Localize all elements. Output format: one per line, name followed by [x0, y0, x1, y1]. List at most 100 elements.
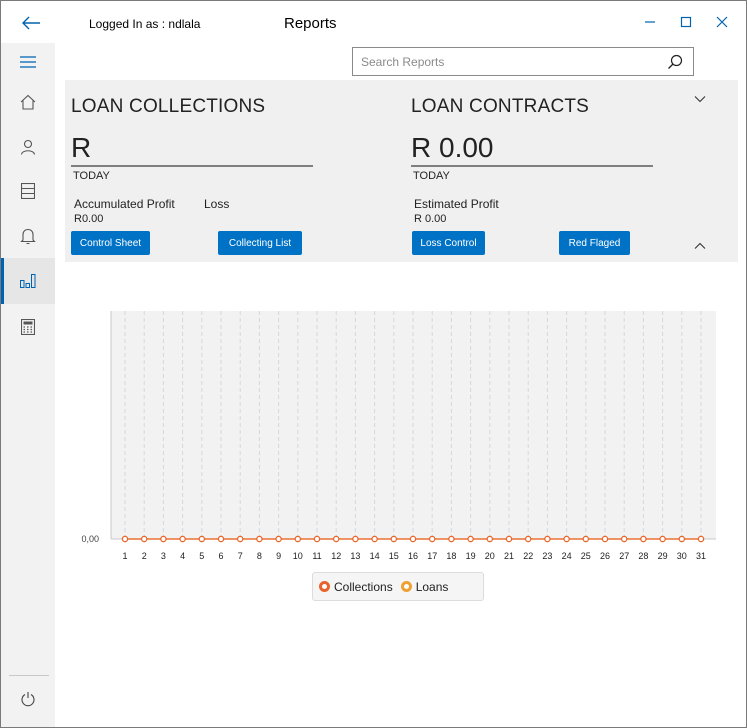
- estimated-profit-value: R 0.00: [414, 213, 447, 225]
- data-point-collections: [429, 535, 436, 543]
- legend-marker-loans: [400, 581, 412, 592]
- x-tick-label: 3: [161, 551, 166, 561]
- x-tick-label: 26: [600, 551, 610, 561]
- x-tick-label: 25: [581, 551, 591, 561]
- x-tick-label: 15: [389, 551, 399, 561]
- legend-item-loans[interactable]: Loans: [400, 579, 449, 594]
- data-point-collections: [179, 535, 186, 543]
- search-button[interactable]: [661, 50, 689, 74]
- data-point-collections: [275, 535, 282, 543]
- x-tick-label: 5: [199, 551, 204, 561]
- x-tick-label: 21: [504, 551, 514, 561]
- app-window: Logged In as : ndlala Reports Search Rep…: [0, 0, 747, 728]
- sidebar-item-home[interactable]: [1, 79, 55, 125]
- x-tick-label: 11: [312, 551, 321, 561]
- chevron-down-icon: [694, 96, 706, 103]
- x-tick-label: 19: [466, 551, 476, 561]
- data-point-collections: [256, 535, 263, 543]
- x-tick-label: 17: [427, 551, 437, 561]
- window-title: Reports: [284, 15, 337, 32]
- sidebar-item-reports[interactable]: [1, 258, 55, 304]
- y-tick-label: 0,00: [81, 534, 99, 544]
- logged-in-label: Logged In as : ndlala: [89, 17, 201, 31]
- loan-contracts-title: LOAN CONTRACTS: [411, 96, 590, 117]
- search-box: [352, 47, 694, 76]
- loss-control-button[interactable]: Loss Control: [412, 231, 485, 255]
- sidebar-item-calculator[interactable]: [1, 304, 55, 350]
- sidebar-item-user[interactable]: [1, 124, 55, 170]
- hamburger-icon: [20, 56, 36, 68]
- x-tick-label: 29: [658, 551, 668, 561]
- data-point-collections: [409, 535, 417, 543]
- close-button[interactable]: [704, 7, 740, 37]
- data-point-collections: [140, 535, 148, 543]
- collections-period: TODAY: [73, 170, 110, 182]
- chevron-up-icon: [694, 242, 706, 249]
- data-point-collections: [333, 535, 340, 543]
- collapse-button[interactable]: [690, 238, 710, 254]
- data-point-collections: [467, 535, 474, 543]
- power-icon: [21, 692, 35, 707]
- data-point-collections: [121, 535, 129, 543]
- data-point-collections: [352, 535, 359, 543]
- legend-label-collections: Collections: [334, 579, 393, 594]
- data-point-collections: [582, 535, 590, 543]
- data-point-collections: [160, 535, 167, 543]
- maximize-icon: [680, 16, 692, 28]
- summary-panel: LOAN COLLECTIONS R TODAY Accumulated Pro…: [65, 80, 738, 262]
- red-flaged-button[interactable]: Red Flaged: [559, 231, 630, 255]
- sidebar-item-list[interactable]: [1, 168, 55, 214]
- collecting-list-button[interactable]: Collecting List: [218, 231, 302, 255]
- maximize-button[interactable]: [668, 7, 704, 37]
- data-point-collections: [640, 535, 647, 543]
- calculator-icon: [21, 319, 35, 335]
- data-point-collections: [390, 535, 397, 543]
- x-tick-label: 2: [142, 551, 147, 561]
- x-tick-label: 13: [350, 551, 360, 561]
- power-button[interactable]: [1, 676, 55, 722]
- x-tick-label: 14: [370, 551, 380, 561]
- minimize-button[interactable]: [632, 7, 668, 37]
- estimated-profit-label: Estimated Profit: [414, 197, 499, 211]
- legend-marker-collections: [319, 581, 330, 592]
- expand-button[interactable]: [690, 91, 710, 107]
- chart-legend: Collections Loans: [312, 572, 484, 601]
- data-point-collections: [544, 535, 551, 543]
- back-button[interactable]: [9, 7, 53, 39]
- close-icon: [716, 16, 728, 28]
- data-point-collections: [198, 535, 205, 543]
- data-point-collections: [236, 535, 244, 543]
- x-tick-label: 12: [331, 551, 341, 561]
- accumulated-profit-label: Accumulated Profit: [74, 197, 175, 211]
- x-tick-label: 31: [696, 551, 706, 561]
- search-input[interactable]: [353, 48, 653, 75]
- sidebar-item-notifications[interactable]: [1, 213, 55, 259]
- data-point-collections: [659, 535, 666, 543]
- contracts-period: TODAY: [413, 170, 450, 182]
- title-bar: Logged In as : ndlala Reports: [1, 1, 746, 43]
- loss-label: Loss: [204, 197, 230, 211]
- data-point-collections: [371, 535, 378, 543]
- data-point-collections: [313, 535, 321, 543]
- x-tick-label: 10: [293, 551, 303, 561]
- accumulated-profit-value: R0.00: [74, 213, 104, 225]
- data-point-collections: [448, 535, 455, 543]
- x-tick-label: 9: [276, 551, 281, 561]
- bar-chart-icon: [20, 274, 36, 288]
- x-tick-label: 28: [638, 551, 648, 561]
- collections-value: R: [71, 132, 92, 163]
- user-icon: [20, 139, 36, 155]
- legend-item-collections[interactable]: Collections: [319, 580, 393, 594]
- contracts-underline: [411, 165, 653, 167]
- data-point-collections: [563, 535, 570, 543]
- data-point-collections: [525, 535, 532, 543]
- data-point-collections: [697, 535, 705, 543]
- x-tick-label: 24: [562, 551, 572, 561]
- loan-collections-title: LOAN COLLECTIONS: [71, 96, 266, 117]
- contracts-value: R 0.00: [411, 132, 494, 163]
- legend-label-loans: Loans: [415, 579, 449, 594]
- list-icon: [21, 183, 35, 199]
- x-tick-label: 4: [180, 551, 185, 561]
- control-sheet-button[interactable]: Control Sheet: [71, 231, 150, 255]
- collections-underline: [71, 165, 313, 167]
